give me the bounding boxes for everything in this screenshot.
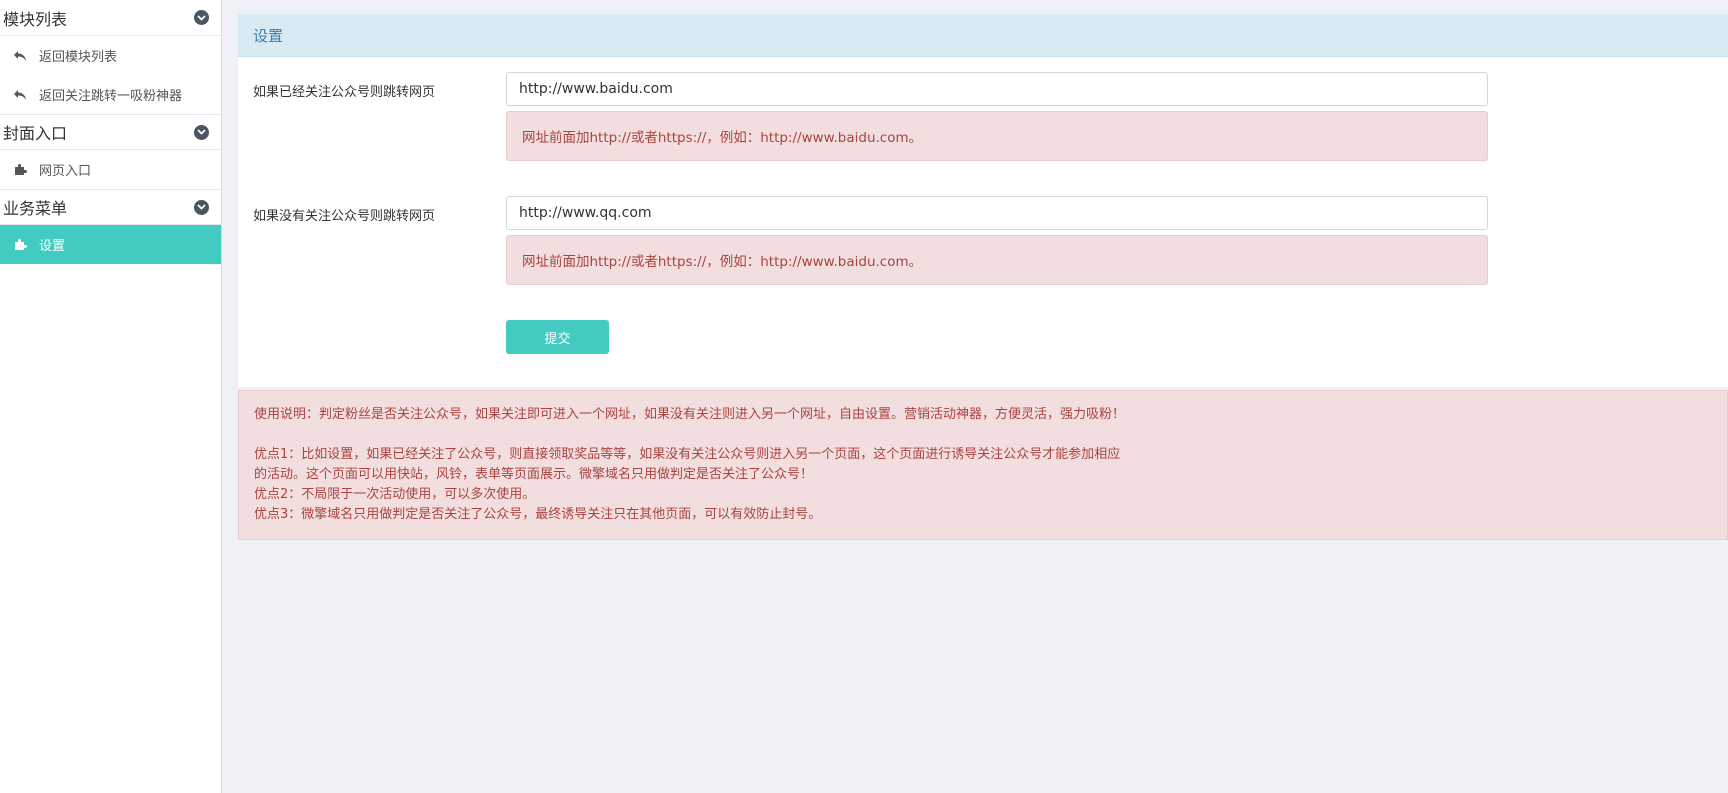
sidebar-section-title: 封面入口 xyxy=(3,124,68,143)
puzzle-icon xyxy=(13,163,27,177)
sidebar-item-label: 网页入口 xyxy=(39,164,92,179)
unfollowed-url-input[interactable] xyxy=(506,196,1488,230)
sidebar-section-cover-entry[interactable]: 封面入口 xyxy=(0,114,221,150)
usage-notice: 使用说明：判定粉丝是否关注公众号，如果关注即可进入一个网址，如果没有关注则进入另… xyxy=(238,390,1728,540)
puzzle-icon xyxy=(13,238,27,252)
reply-icon xyxy=(13,49,27,63)
chevron-down-icon[interactable] xyxy=(194,199,209,215)
sidebar-section-title: 业务菜单 xyxy=(3,199,68,218)
followed-url-input[interactable] xyxy=(506,72,1488,106)
sidebar-item-settings[interactable]: 设置 xyxy=(0,225,221,264)
chevron-down-icon[interactable] xyxy=(194,10,209,25)
followed-url-label: 如果已经关注公众号则跳转网页 xyxy=(253,85,436,100)
notice-line: 优点3：微擎域名只用做判定是否关注了公众号，最终诱导关注只在其他页面，可以有效防… xyxy=(254,507,822,522)
sidebar-item-back-follow-redirect[interactable]: 返回关注跳转一吸粉神器 xyxy=(0,75,221,114)
notice-spacer xyxy=(254,425,1712,445)
reply-icon xyxy=(13,88,27,102)
sidebar: 模块列表 返回模块列表 返回关注跳转一吸粉神器 封面入口 网页入口 业务菜单 设… xyxy=(0,0,222,793)
notice-line: 优点2：不局限于一次活动使用，可以多次使用。 xyxy=(254,487,536,502)
submit-button[interactable]: 提交 xyxy=(506,320,609,354)
sidebar-item-back-module-list[interactable]: 返回模块列表 xyxy=(0,36,221,75)
sidebar-section-business-menu[interactable]: 业务菜单 xyxy=(0,189,221,225)
sidebar-item-web-entry[interactable]: 网页入口 xyxy=(0,150,221,189)
notice-line: 优点1：比如设置，如果已经关注了公众号，则直接领取奖品等等，如果没有关注公众号则… xyxy=(254,447,1121,462)
chevron-down-icon[interactable] xyxy=(194,124,209,140)
sidebar-item-label: 设置 xyxy=(39,239,66,254)
unfollowed-url-help: 网址前面加http://或者https://，例如：http://www.bai… xyxy=(506,235,1488,285)
sidebar-section-title: 模块列表 xyxy=(3,9,68,29)
unfollowed-url-label: 如果没有关注公众号则跳转网页 xyxy=(253,209,436,224)
notice-line: 的活动。这个页面可以用快站，风铃，表单等页面展示。微擎域名只用做判定是否关注了公… xyxy=(254,467,814,482)
followed-url-help: 网址前面加http://或者https://，例如：http://www.bai… xyxy=(506,111,1488,161)
panel-title: 设置 xyxy=(238,14,1728,57)
sidebar-section-module-list[interactable]: 模块列表 xyxy=(0,0,221,36)
notice-line: 使用说明：判定粉丝是否关注公众号，如果关注即可进入一个网址，如果没有关注则进入另… xyxy=(254,407,1126,422)
sidebar-item-label: 返回模块列表 xyxy=(39,50,118,65)
settings-panel: 设置 如果已经关注公众号则跳转网页 网址前面加http://或者https://… xyxy=(238,14,1728,387)
sidebar-item-label: 返回关注跳转一吸粉神器 xyxy=(39,89,183,104)
